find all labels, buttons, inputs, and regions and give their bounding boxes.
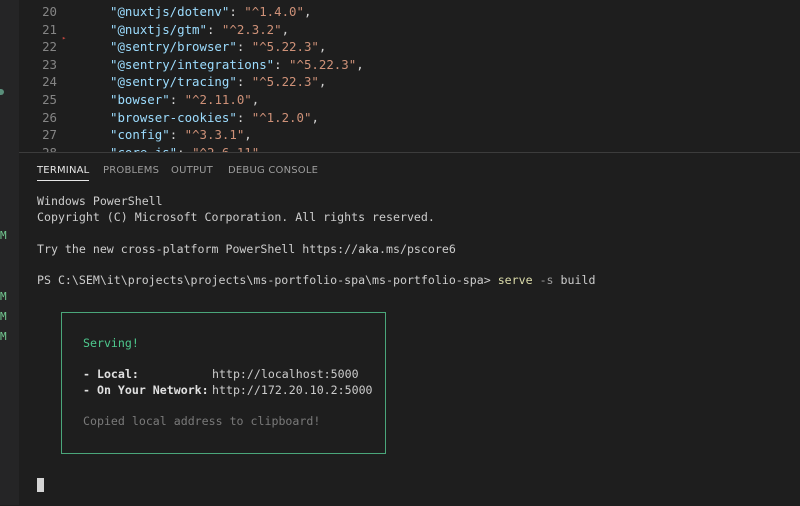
json-value: "^2.11.0": [184, 92, 252, 107]
git-status-dot: [0, 89, 4, 95]
code-line: 20 "@nuxtjs/dotenv": "^1.4.0",: [19, 3, 800, 21]
json-value: "^5.22.3": [251, 74, 319, 90]
code-line: 22 "@sentry/browser": "^5.22.3",: [19, 38, 800, 56]
local-url[interactable]: http://localhost:5000: [212, 367, 359, 381]
json-colon: :: [274, 56, 290, 72]
json-value: "^1.2.0": [251, 109, 312, 125]
json-value: "^5.22.3": [251, 39, 319, 55]
terminal-text: Copyright (C) Microsoft Corporation. All…: [37, 210, 435, 224]
json-key: "@sentry/integrations": [110, 56, 275, 72]
code-line: 21 "@nuxtjs/gtm": "^2.3.2",: [19, 21, 800, 39]
json-comma: ,: [281, 21, 290, 37]
network-address-row: - On Your Network: http://172.20.10.2:500…: [83, 382, 373, 398]
json-comma: ,: [311, 109, 319, 125]
json-key: "config": [110, 127, 170, 143]
json-key: "@nuxtjs/dotenv": [110, 4, 230, 19]
modified-marker: M: [0, 229, 7, 242]
json-key: "@nuxtjs/gtm": [110, 21, 207, 37]
tab-output[interactable]: OUTPUT: [171, 162, 213, 180]
json-comma: ,: [318, 39, 327, 55]
code-line: 23 "@sentry/integrations": "^5.22.3",: [19, 56, 800, 74]
code-line: 26 "browser-cookies": "^1.2.0",: [19, 109, 800, 127]
code-line: 27 "config": "^3.3.1",: [19, 126, 800, 144]
line-number: 26: [42, 109, 57, 125]
json-colon: :: [206, 21, 222, 37]
json-value: "^2.3.2": [221, 21, 282, 37]
code-text: "@sentry/browser": "^5.22.3",: [110, 38, 326, 56]
bottom-panel: TERMINAL PROBLEMS OUTPUT DEBUG CONSOLE W…: [19, 152, 800, 506]
local-label: - Local:: [83, 367, 139, 381]
json-value: "^1.4.0": [244, 4, 304, 19]
json-key: "@sentry/browser": [110, 39, 237, 55]
code-text: "core-js": "^2.6.11",: [110, 144, 267, 152]
json-comma: ,: [244, 127, 252, 143]
json-colon: :: [236, 74, 252, 90]
json-key: "core-js": [110, 145, 177, 152]
code-text: "@sentry/tracing": "^5.22.3",: [110, 73, 326, 91]
code-line: 28 "core-js": "^2.6.11",: [19, 144, 800, 152]
code-line: 24 "@sentry/tracing": "^5.22.3",: [19, 73, 800, 91]
code-line: 25 "bowser": "^2.11.0",: [19, 91, 800, 109]
json-colon: :: [177, 145, 192, 152]
code-text: "@nuxtjs/dotenv": "^1.4.0",: [110, 3, 311, 21]
code-text: "bowser": "^2.11.0",: [110, 91, 259, 109]
network-url[interactable]: http://172.20.10.2:5000: [212, 383, 373, 397]
modified-marker: M: [0, 310, 7, 323]
serving-status: Serving!: [83, 336, 139, 350]
network-label: - On Your Network:: [83, 383, 209, 397]
terminal-text: Try the new cross-platform PowerShell ht…: [37, 242, 456, 256]
json-value: "^3.3.1": [184, 127, 245, 143]
json-value: "^2.6.11": [192, 145, 259, 152]
json-colon: :: [229, 4, 245, 19]
terminal-flag: -s: [539, 273, 554, 287]
json-colon: :: [169, 92, 185, 107]
code-text: "browser-cookies": "^1.2.0",: [110, 109, 319, 127]
line-number: 25: [42, 92, 57, 107]
tab-debug-console[interactable]: DEBUG CONSOLE: [228, 162, 318, 180]
code-editor[interactable]: ▸ 20 "@nuxtjs/dotenv": "^1.4.0", 21 "@nuxtj…: [19, 0, 800, 152]
line-number: 21: [42, 21, 57, 37]
line-number: 28: [19, 144, 57, 152]
json-comma: ,: [318, 74, 327, 90]
terminal-command: serve: [497, 273, 533, 287]
json-colon: :: [169, 127, 185, 143]
json-comma: ,: [303, 4, 312, 19]
modified-marker: M: [0, 290, 7, 303]
line-number: 24: [42, 74, 57, 90]
json-comma: ,: [259, 145, 266, 152]
json-key: "bowser": [110, 92, 170, 107]
terminal-cursor[interactable]: [37, 478, 44, 492]
code-text: "@nuxtjs/gtm": "^2.3.2",: [110, 21, 289, 39]
tab-terminal[interactable]: TERMINAL: [37, 162, 90, 181]
json-colon: :: [236, 109, 252, 125]
terminal-command-line: PS C:\SEM\it\projects\projects\ms-portfo…: [37, 272, 595, 288]
json-colon: :: [236, 39, 252, 55]
line-number: 27: [42, 127, 57, 143]
line-number: 20: [42, 4, 57, 19]
local-address-row: - Local: http://localhost:5000: [83, 366, 359, 382]
modified-marker: M: [0, 330, 7, 343]
clipboard-notice: Copied local address to clipboard!: [83, 414, 321, 428]
json-key: "browser-cookies": [110, 109, 237, 125]
terminal-prompt: PS C:\SEM\it\projects\projects\ms-portfo…: [37, 273, 491, 287]
tab-problems[interactable]: PROBLEMS: [103, 162, 159, 180]
terminal-text: Windows PowerShell: [37, 194, 163, 208]
activity-sidebar: M M M M: [0, 0, 19, 505]
line-number: 23: [42, 56, 57, 72]
terminal-arg: build: [560, 273, 596, 287]
json-comma: ,: [356, 56, 364, 72]
json-value: "^5.22.3": [289, 56, 357, 72]
line-number: 22: [42, 39, 57, 55]
json-comma: ,: [251, 92, 260, 107]
code-text: "@sentry/integrations": "^5.22.3",: [110, 56, 364, 74]
code-text: "config": "^3.3.1",: [110, 126, 252, 144]
json-key: "@sentry/tracing": [110, 74, 237, 90]
